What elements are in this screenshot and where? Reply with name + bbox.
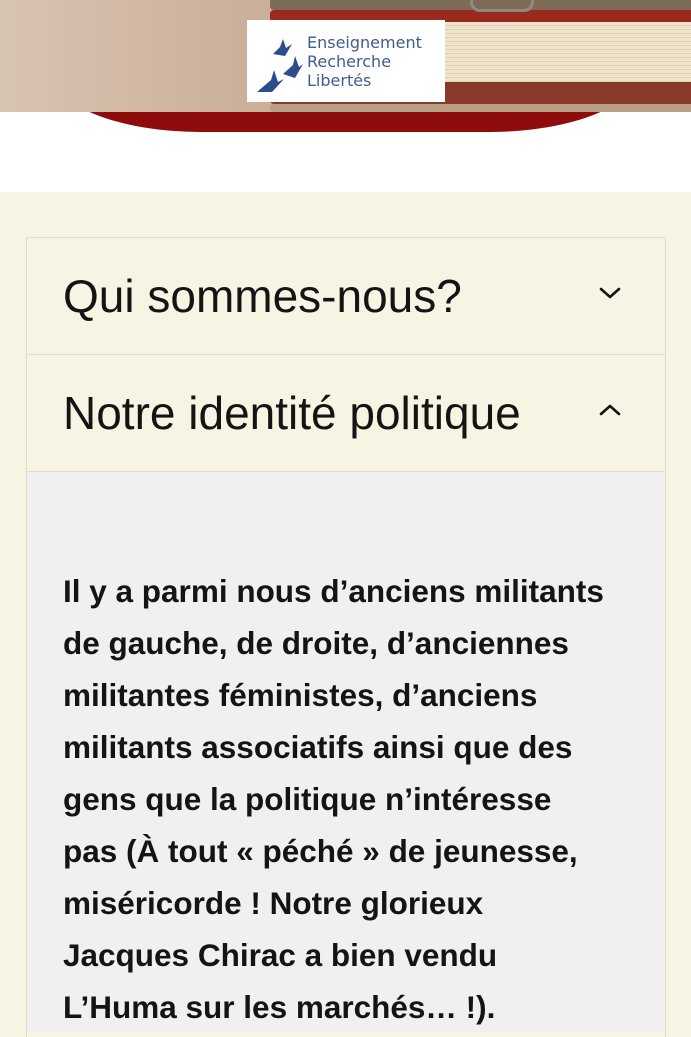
site-logo[interactable]: Enseignement Recherche Libertés bbox=[247, 20, 445, 102]
accordion: Qui sommes-nous? Notre identité politiqu… bbox=[26, 237, 666, 1037]
logo-line: Libertés bbox=[307, 71, 372, 90]
accordion-header-notre-identite-politique[interactable]: Notre identité politique bbox=[27, 355, 665, 472]
book-clasp bbox=[470, 0, 534, 12]
accordion-panel: Il y a parmi nous d’anciens militants de… bbox=[27, 472, 665, 1032]
logo-line: Recherche bbox=[307, 52, 392, 71]
chevron-up-icon[interactable] bbox=[599, 403, 621, 417]
accordion-title: Qui sommes-nous? bbox=[63, 270, 462, 322]
panel-text-line: L’Huma sur les marchés… !). bbox=[63, 989, 496, 1025]
panel-text-line: pas (À tout « péché » de jeunesse, bbox=[63, 833, 578, 869]
panel-text-line: gens que la politique n’intéresse bbox=[63, 781, 552, 817]
panel-text-line: de gauche, de droite, d’anciennes bbox=[63, 625, 569, 661]
logo-text: Enseignement Recherche Libertés bbox=[307, 33, 422, 90]
panel-text-line: militantes féministes, d’anciens bbox=[63, 677, 538, 713]
panel-text: Il y a parmi nous d’anciens militants de… bbox=[63, 565, 629, 1033]
birds-icon bbox=[257, 39, 303, 92]
panel-text-line: miséricorde ! Notre glorieux bbox=[63, 885, 484, 921]
panel-text-line: Il y a parmi nous d’anciens militants bbox=[63, 573, 604, 609]
accordion-title: Notre identité politique bbox=[63, 387, 521, 439]
book-spine bbox=[270, 104, 691, 112]
panel-text-line: militants associatifs ainsi que des bbox=[63, 729, 573, 765]
panel-text-line: Jacques Chirac a bien vendu bbox=[63, 937, 498, 973]
accordion-header-qui-sommes-nous[interactable]: Qui sommes-nous? bbox=[27, 238, 665, 355]
chevron-down-icon[interactable] bbox=[599, 286, 621, 300]
logo-line: Enseignement bbox=[307, 33, 422, 52]
hero-banner: Enseignement Recherche Libertés bbox=[0, 0, 691, 192]
